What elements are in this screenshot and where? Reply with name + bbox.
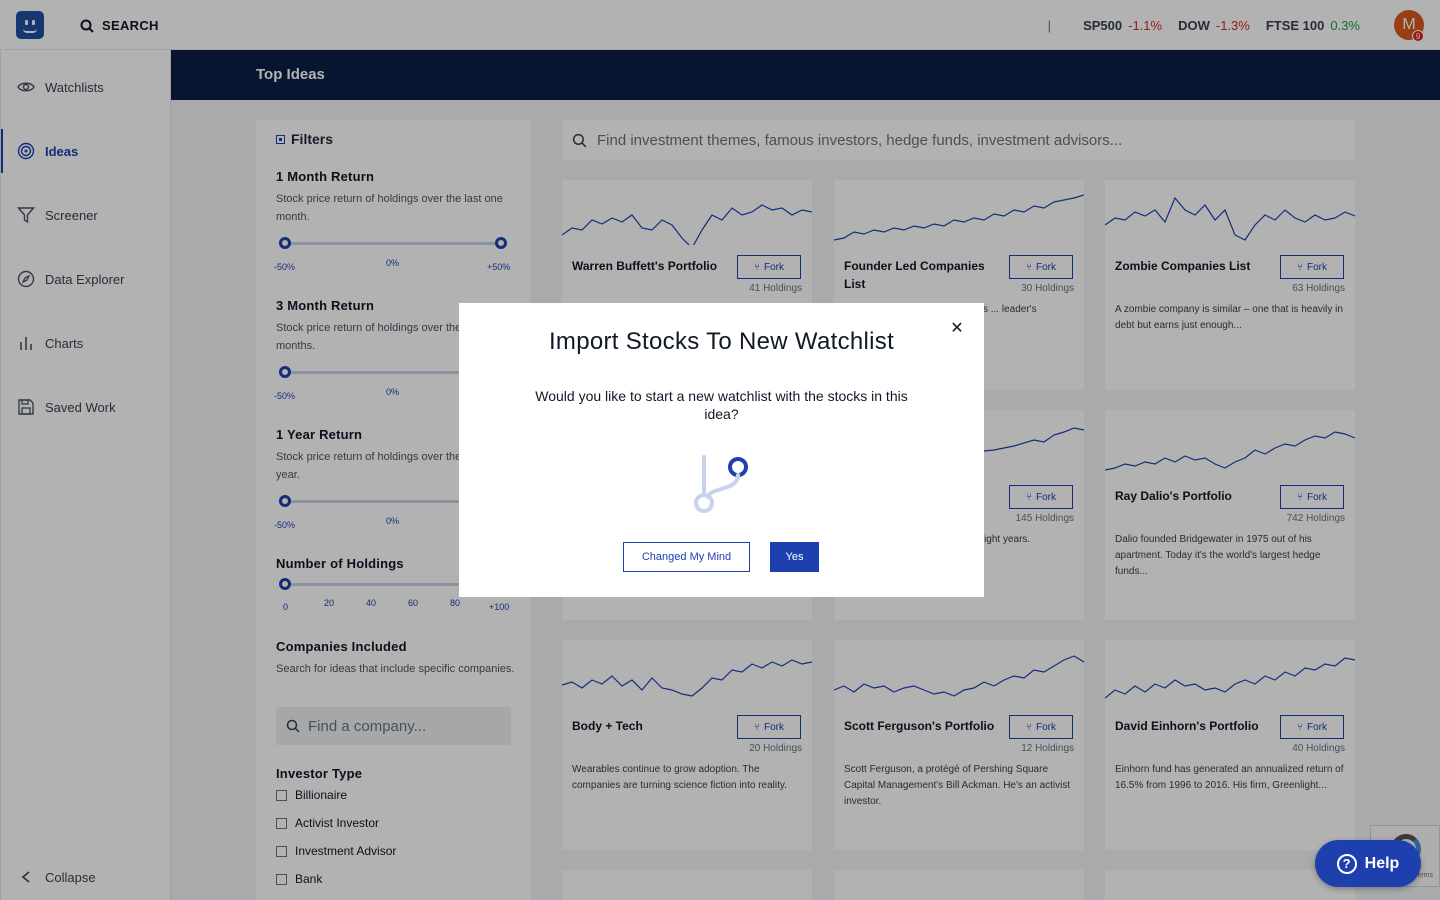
import-watchlist-dialog: Import Stocks To New Watchlist ✕ Would y… xyxy=(459,303,984,597)
git-fork-icon xyxy=(694,455,748,513)
dialog-message: Would you like to start a new watchlist … xyxy=(535,388,908,422)
cancel-button[interactable]: Changed My Mind xyxy=(623,542,750,572)
confirm-button[interactable]: Yes xyxy=(770,542,819,572)
question-icon: ? xyxy=(1336,853,1357,874)
dialog-title: Import Stocks To New Watchlist xyxy=(548,328,895,355)
help-button[interactable]: ? Help xyxy=(1315,840,1421,887)
close-icon[interactable]: ✕ xyxy=(948,320,966,338)
